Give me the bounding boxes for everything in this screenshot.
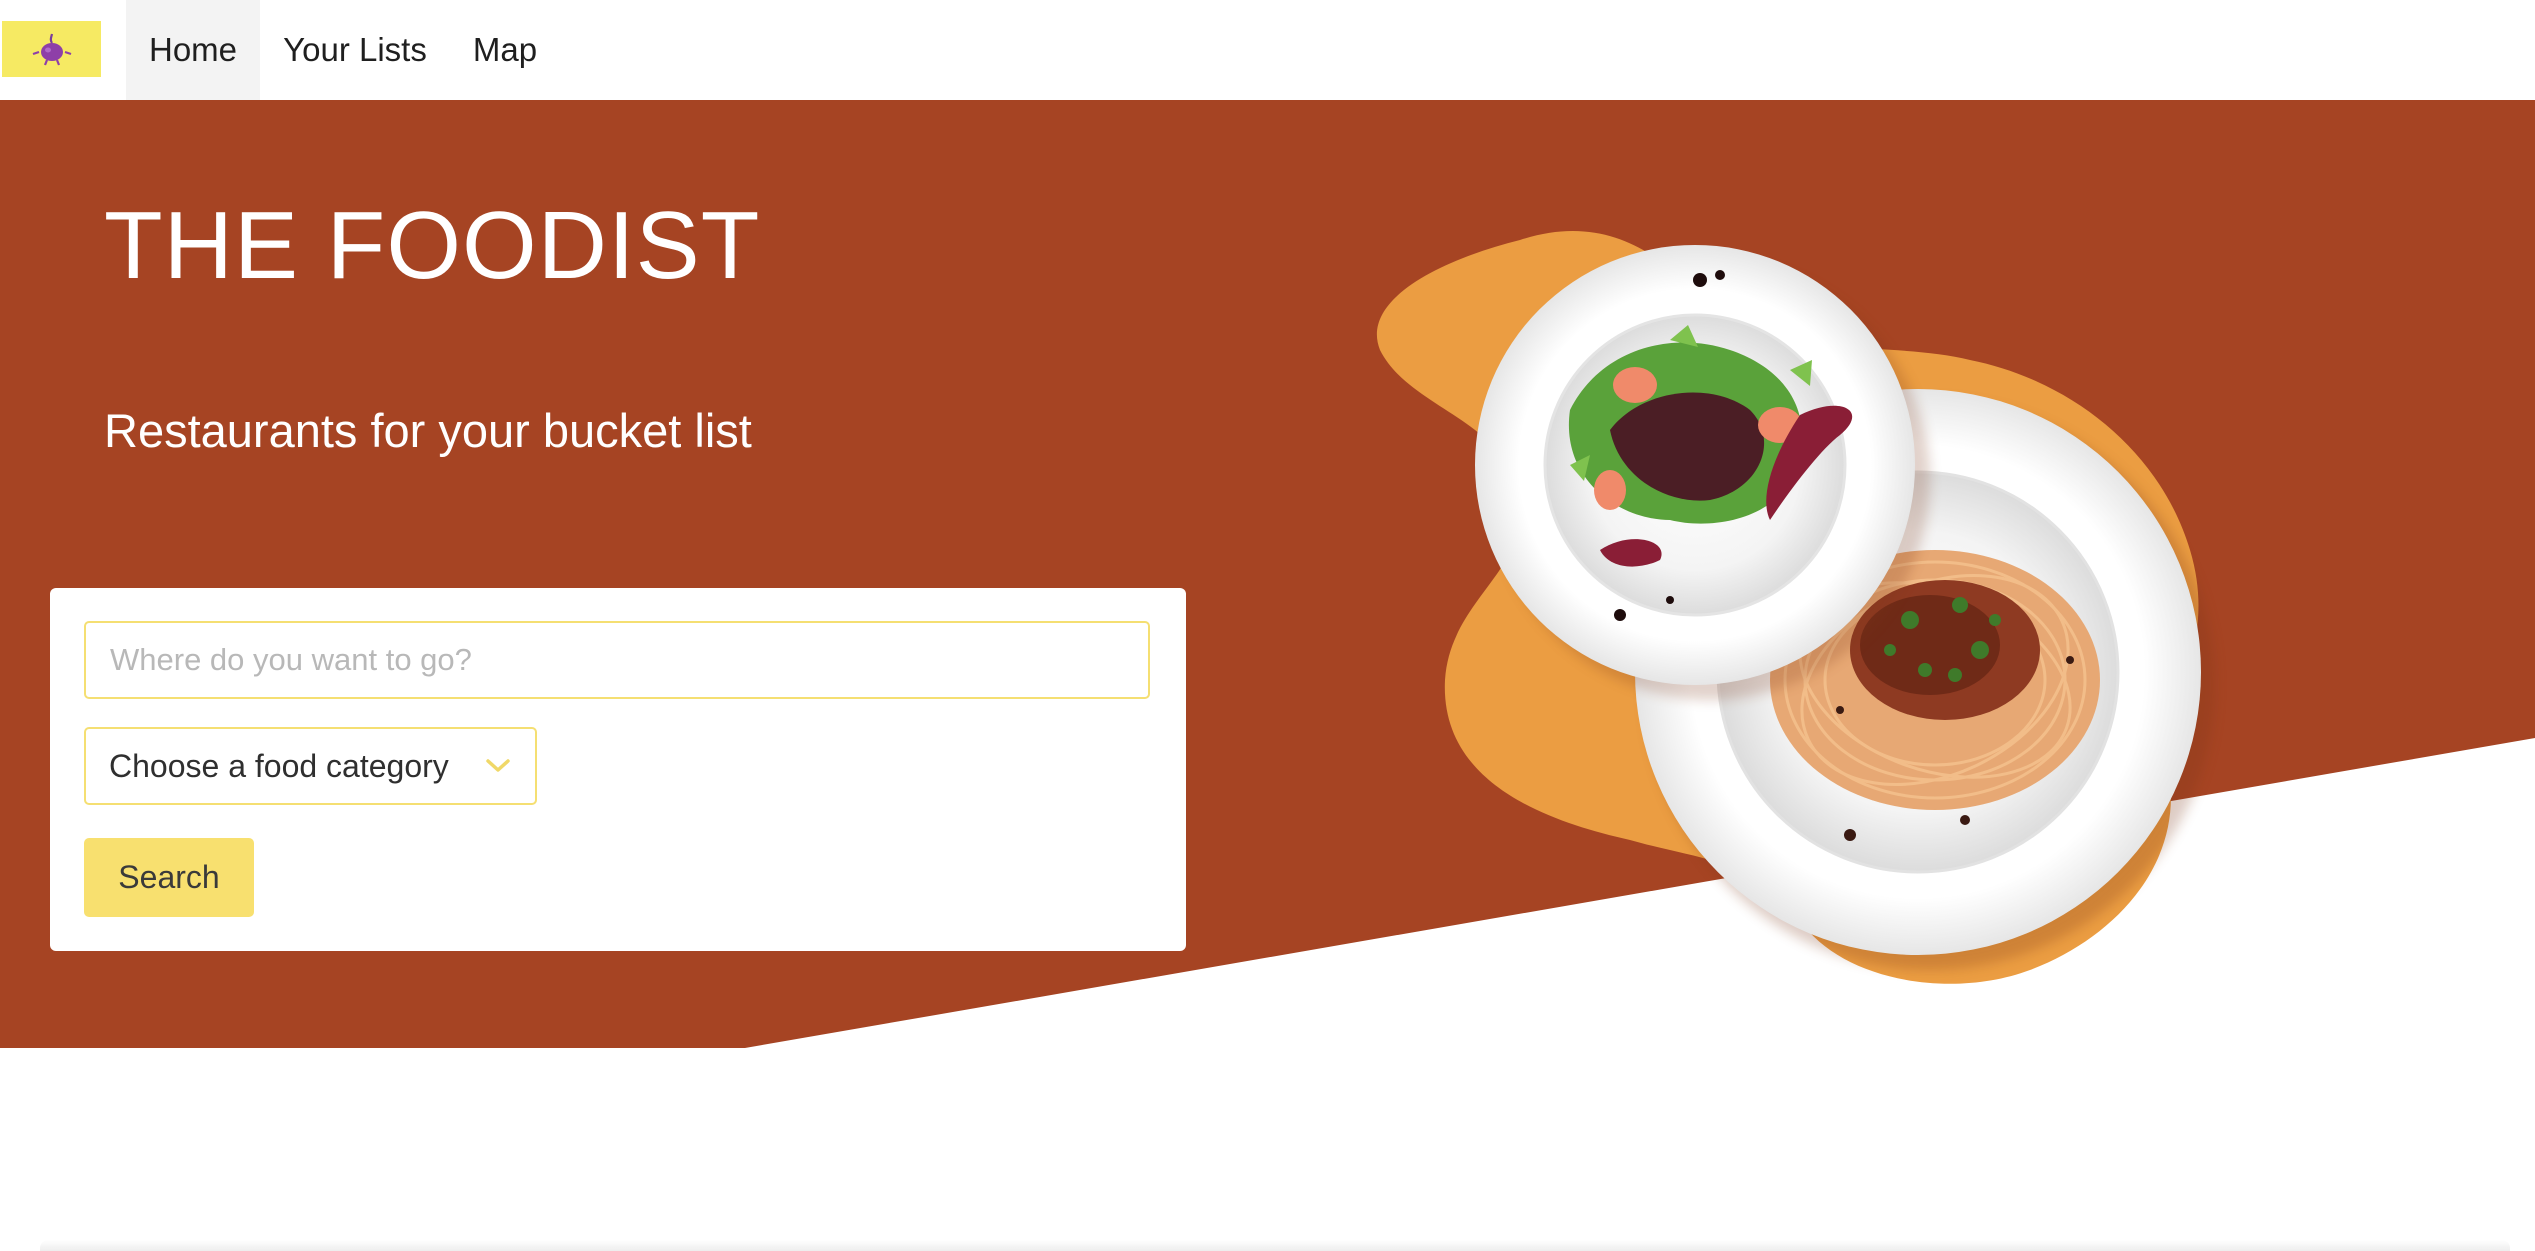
nav-map[interactable]: Map [450,0,560,100]
page-title: THE FOODIST [104,192,761,299]
logo[interactable] [2,21,101,77]
page-subtitle: Restaurants for your bucket list [104,404,752,457]
search-card: Choose a food category Search [50,588,1186,951]
nav-home[interactable]: Home [126,0,260,100]
chevron-down-icon [483,751,513,781]
search-button[interactable]: Search [84,838,254,917]
destination-search-input[interactable] [84,621,1150,699]
food-category-select[interactable]: Choose a food category [84,727,537,805]
food-category-label: Choose a food category [109,747,449,784]
top-navbar: Home Your Lists Map [0,0,2535,100]
hero-food-image [1376,230,2215,984]
nav-your-lists-label: Your Lists [283,31,427,68]
nav-your-lists[interactable]: Your Lists [260,0,450,100]
content-card-edge [40,1240,2510,1251]
onion-mascot-icon [32,33,71,66]
nav-home-label: Home [148,31,238,68]
nav-map-label: Map [472,31,538,68]
